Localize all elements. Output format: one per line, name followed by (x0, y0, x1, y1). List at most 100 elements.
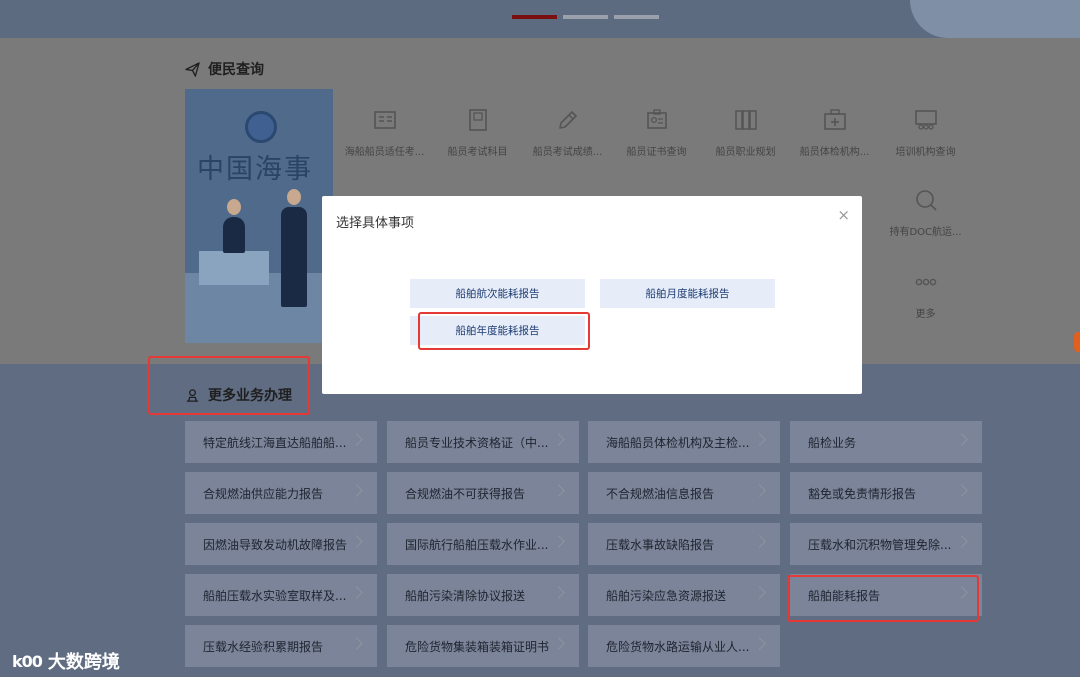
chevron-right-icon (955, 535, 968, 548)
chevron-right-icon (552, 637, 565, 650)
chevron-right-icon (955, 484, 968, 497)
business-item[interactable]: 压载水事故缺陷报告 (588, 523, 780, 565)
chevron-right-icon (552, 433, 565, 446)
business-item-label: 船舶污染清除协议报送 (405, 588, 526, 603)
business-item[interactable]: 船员专业技术资格证（中... (387, 421, 579, 463)
standing-officer (281, 207, 307, 307)
business-item[interactable]: 合规燃油供应能力报告 (185, 472, 377, 514)
carousel-dot-2[interactable] (563, 15, 608, 19)
carousel-indicator (512, 15, 659, 19)
query-item-label: 更多 (915, 309, 936, 320)
business-item-label: 压载水经验积累期报告 (203, 639, 324, 654)
business-item-label: 压载水和沉积物管理免除... (808, 537, 952, 552)
medical-kit-icon (823, 109, 846, 130)
book-icon (468, 109, 487, 131)
business-item[interactable]: 合规燃油不可获得报告 (387, 472, 579, 514)
chevron-right-icon (753, 484, 766, 497)
business-item[interactable]: 豁免或免责情形报告 (790, 472, 982, 514)
business-item[interactable]: 不合规燃油信息报告 (588, 472, 780, 514)
chevron-right-icon (552, 484, 565, 497)
chevron-right-icon (753, 535, 766, 548)
pencil-icon (558, 111, 577, 129)
business-item-label: 因燃油导致发动机故障报告 (203, 537, 348, 552)
query-item-label: 培训机构查询 (895, 147, 956, 158)
business-item[interactable]: 船舶污染清除协议报送 (387, 574, 579, 616)
chevron-right-icon (753, 433, 766, 446)
paper-plane-icon (185, 61, 200, 77)
chevron-right-icon (350, 535, 363, 548)
business-item[interactable]: 压载水经验积累期报告 (185, 625, 377, 667)
monthly-energy-report-button[interactable]: 船舶月度能耗报告 (600, 279, 775, 308)
highlight-annual-report (418, 312, 590, 350)
binders-icon (734, 110, 757, 130)
business-item-label: 船检业务 (808, 435, 857, 450)
business-item-label: 海船船员体检机构及主检... (606, 435, 750, 450)
hero-calligraphy: 中国海事 (197, 154, 313, 185)
business-item-label: 合规燃油不可获得报告 (405, 486, 526, 501)
voyage-energy-report-button[interactable]: 船舶航次能耗报告 (410, 279, 585, 308)
query-item-label: 海船船员适任考... (344, 147, 425, 158)
chevron-right-icon (955, 433, 968, 446)
msa-emblem-icon (245, 111, 277, 143)
business-item-label: 合规燃油供应能力报告 (203, 486, 324, 501)
query-item-label: 船员证书查询 (626, 147, 687, 158)
business-item[interactable]: 危险货物集装箱装箱证明书 (387, 625, 579, 667)
section-title-query-label: 便民查询 (208, 62, 264, 78)
query-item-label: 船员职业规划 (715, 147, 776, 158)
query-item-label: 船员考试科目 (447, 147, 508, 158)
watermark: k00 大数跨境 (12, 648, 120, 674)
modal-title: 选择具体事项 (336, 216, 415, 231)
chevron-right-icon (753, 586, 766, 599)
query-item-label: 船员体检机构... (799, 147, 870, 158)
chevron-right-icon (350, 433, 363, 446)
search-doc-icon (915, 190, 937, 211)
carousel-dot-1[interactable] (512, 15, 557, 19)
business-item[interactable]: 国际航行船舶压载水作业... (387, 523, 579, 565)
banner-decoration (910, 0, 1080, 38)
highlight-more-title (148, 356, 310, 415)
business-item[interactable]: 因燃油导致发动机故障报告 (185, 523, 377, 565)
watermark-logo: k00 (12, 651, 43, 671)
business-item-label: 船员专业技术资格证（中... (405, 435, 549, 450)
query-item-label: 船员考试成绩... (532, 147, 603, 158)
more-dots-icon (915, 278, 936, 286)
close-icon[interactable]: × (837, 206, 850, 224)
hero-desk (199, 251, 269, 285)
business-item-label: 特定航线江海直达船舶船... (203, 435, 347, 450)
officer-head (287, 189, 301, 205)
classroom-icon (914, 110, 937, 130)
business-item[interactable]: 特定航线江海直达船舶船... (185, 421, 377, 463)
carousel-dot-3[interactable] (614, 15, 659, 19)
business-item[interactable]: 压载水和沉积物管理免除... (790, 523, 982, 565)
query-item-certificate[interactable]: 船员证书查询 (612, 107, 701, 158)
business-item[interactable]: 船舶压载水实验室取样及... (185, 574, 377, 616)
business-item-label: 豁免或免责情形报告 (808, 486, 917, 501)
query-item-exam-results[interactable]: 船员考试成绩... (523, 107, 612, 158)
side-widget-tab[interactable] (1074, 332, 1080, 352)
business-item[interactable]: 危险货物水路运输从业人... (588, 625, 780, 667)
query-item-label: 持有DOC航运... (889, 227, 962, 238)
section-title-query: 便民查询 (185, 59, 264, 79)
chevron-right-icon (350, 586, 363, 599)
query-item-doc-shipping[interactable]: 持有DOC航运... (881, 187, 970, 238)
business-item[interactable]: 船舶污染应急资源报送 (588, 574, 780, 616)
chevron-right-icon (552, 586, 565, 599)
business-item-label: 船舶压载水实验室取样及... (203, 588, 347, 603)
business-item[interactable]: 船检业务 (790, 421, 982, 463)
chevron-right-icon (350, 484, 363, 497)
query-item-training[interactable]: 培训机构查询 (881, 107, 970, 158)
business-item-label: 危险货物水路运输从业人... (606, 639, 750, 654)
query-item-exam-subjects[interactable]: 船员考试科目 (433, 107, 522, 158)
business-item[interactable]: 海船船员体检机构及主检... (588, 421, 780, 463)
watermark-text: 大数跨境 (47, 652, 120, 673)
id-card-icon (373, 111, 396, 129)
select-item-modal: 选择具体事项 × 船舶航次能耗报告 船舶月度能耗报告 船舶年度能耗报告 (322, 196, 862, 394)
certificate-icon (646, 109, 667, 129)
query-item-medical[interactable]: 船员体检机构... (790, 107, 879, 158)
officer-head (227, 199, 241, 215)
carousel-banner (0, 0, 1080, 38)
query-item-seafarer-exam[interactable]: 海船船员适任考... (340, 107, 429, 158)
query-item-career[interactable]: 船员职业规划 (701, 107, 790, 158)
highlight-energy-report (787, 575, 979, 622)
query-item-more[interactable]: 更多 (881, 269, 970, 320)
